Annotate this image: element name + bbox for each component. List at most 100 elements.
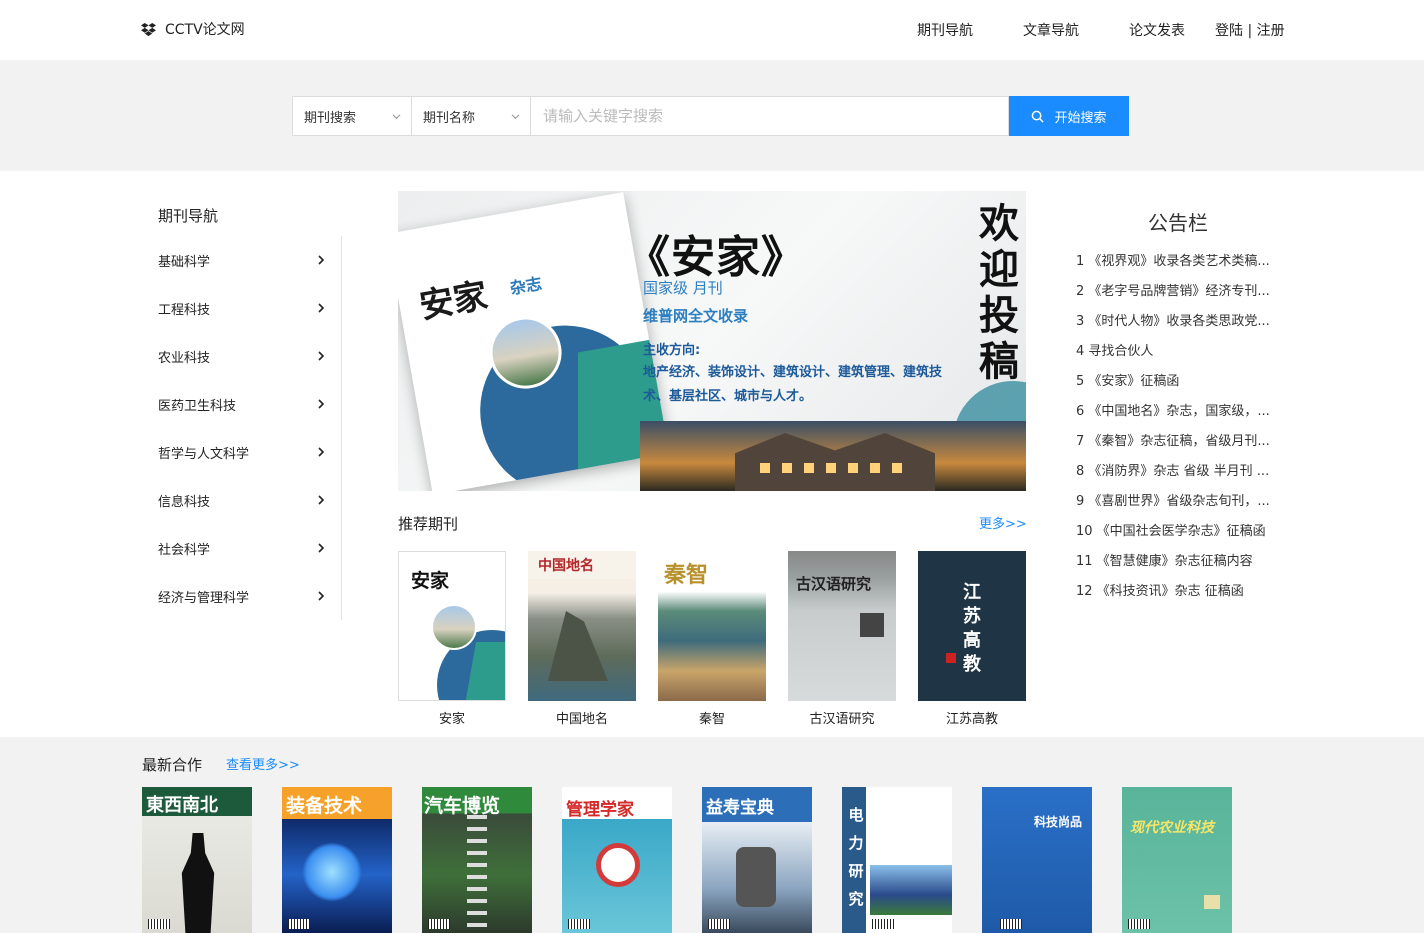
cover-title-text: 江苏高教 xyxy=(963,582,981,675)
cover-person xyxy=(181,833,215,933)
sidebar-item-label: 工程科技 xyxy=(158,302,211,318)
sidebar-item-label: 经济与管理科学 xyxy=(158,590,250,606)
notice-item[interactable]: 6 《中国地名》杂志，国家级，... xyxy=(1076,400,1282,419)
journal-cover: 古汉语研究 xyxy=(788,551,896,701)
dropbox-logo-icon xyxy=(141,22,156,36)
cooperation-cover[interactable]: 管理学家 xyxy=(562,787,672,933)
nav-login-register[interactable]: 登陆 | 注册 xyxy=(1215,20,1285,40)
banner-scope-label: 主收方向: xyxy=(643,343,701,358)
journal-name: 江苏高教 xyxy=(945,712,998,727)
search-button[interactable]: 开始搜索 xyxy=(1009,96,1129,136)
sidebar-item-philosophy[interactable]: 哲学与人文科学 xyxy=(158,440,326,464)
notice-board-title: 公告栏 xyxy=(1148,211,1208,235)
journal-cover: 中国地名 xyxy=(528,551,636,701)
nav-journal-navigation[interactable]: 期刊导航 xyxy=(917,20,973,40)
chevron-right-icon xyxy=(318,351,325,361)
house-shape xyxy=(735,433,935,491)
site-logo[interactable]: CCTV论文网 xyxy=(141,19,245,39)
cover-title-text: 装备技术 xyxy=(286,795,363,817)
chevron-down-icon xyxy=(392,113,401,119)
chevron-down-icon xyxy=(511,113,520,119)
cooperation-cover[interactable]: 装备技术 xyxy=(282,787,392,933)
cover-seal xyxy=(946,653,956,663)
clock-icon xyxy=(596,843,640,887)
promo-banner[interactable]: 安家 杂志 《安家》 国家级 月刊 维普网全文收录 主收方向: 地产经济、装饰设… xyxy=(398,191,1026,491)
nav-article-navigation[interactable]: 文章导航 xyxy=(1023,20,1079,40)
cover-title-text: 中国地名 xyxy=(538,558,594,574)
journal-cover: 安家 xyxy=(398,551,506,701)
cover-barcode xyxy=(1128,919,1150,929)
sidebar-item-agriculture[interactable]: 农业科技 xyxy=(158,344,326,368)
search-type-select[interactable]: 期刊搜索 xyxy=(292,96,412,136)
notice-item[interactable]: 8 《消防界》杂志 省级 半月刊 ... xyxy=(1076,460,1282,479)
sidebar-item-label: 农业科技 xyxy=(158,350,211,366)
search-box: 期刊搜索 期刊名称 开始搜索 xyxy=(292,96,1129,136)
chevron-right-icon xyxy=(318,303,325,313)
sidebar-item-economics[interactable]: 经济与管理科学 xyxy=(158,584,326,608)
cover-solar-panels xyxy=(870,865,952,915)
cover-title-text: 秦智 xyxy=(664,562,709,588)
sidebar-item-social-science[interactable]: 社会科学 xyxy=(158,536,326,560)
cooperation-cover[interactable]: 東西南北 xyxy=(142,787,252,933)
notice-item[interactable]: 9 《喜剧世界》省级杂志旬刊，... xyxy=(1076,490,1282,509)
banner-level: 国家级 月刊 xyxy=(643,279,723,297)
notice-item[interactable]: 5 《安家》征稿函 xyxy=(1076,370,1282,389)
sidebar-item-engineering[interactable]: 工程科技 xyxy=(158,296,326,320)
cover-barcode xyxy=(708,919,730,929)
sidebar-title: 期刊导航 xyxy=(158,207,219,225)
cooperation-cover[interactable]: 益寿宝典 xyxy=(702,787,812,933)
notice-item[interactable]: 4 寻找合伙人 xyxy=(1076,340,1282,359)
chevron-right-icon xyxy=(318,543,325,553)
sidebar-item-label: 社会科学 xyxy=(158,542,211,558)
notice-item[interactable]: 1 《视界观》收录各类艺术类稿... xyxy=(1076,250,1282,269)
sidebar-item-label: 基础科学 xyxy=(158,254,211,270)
cooperation-more-link[interactable]: 查看更多>> xyxy=(226,754,300,773)
cooperation-cover[interactable]: 汽车博览 xyxy=(422,787,532,933)
recommended-more-link[interactable]: 更多>> xyxy=(979,513,1027,532)
search-field-value: 期刊名称 xyxy=(423,110,476,126)
search-field-select[interactable]: 期刊名称 xyxy=(412,96,531,136)
notice-item[interactable]: 2 《老字号品牌营销》经济专刊... xyxy=(1076,280,1282,299)
notice-item[interactable]: 3 《时代人物》收录各类思政党... xyxy=(1076,310,1282,329)
search-icon xyxy=(1032,110,1045,123)
cover-road xyxy=(467,815,487,933)
cover-title-text: 東西南北 xyxy=(146,795,218,816)
cover-title-text: 益寿宝典 xyxy=(706,798,774,818)
chevron-right-icon xyxy=(318,399,325,409)
sidebar-item-label: 哲学与人文科学 xyxy=(158,446,250,462)
sidebar-item-information[interactable]: 信息科技 xyxy=(158,488,326,512)
banner-cover-title: 安家 xyxy=(416,275,491,327)
recommended-card[interactable]: 安家 安家 xyxy=(398,551,506,727)
notice-item[interactable]: 7 《秦智》杂志征稿，省级月刊... xyxy=(1076,430,1282,449)
recommended-card[interactable]: 江苏高教 江苏高教 xyxy=(918,551,1026,727)
cover-barcode xyxy=(568,919,590,929)
house-windows xyxy=(760,463,910,473)
recommended-card[interactable]: 中国地名 中国地名 xyxy=(528,551,636,727)
logo-text: CCTV论文网 xyxy=(165,22,245,38)
recommended-card[interactable]: 古汉语研究 古汉语研究 xyxy=(788,551,896,727)
sidebar-item-label: 医药卫生科技 xyxy=(158,398,237,414)
sidebar-item-basic-science[interactable]: 基础科学 xyxy=(158,248,326,272)
cooperation-cover[interactable]: 电力研究 xyxy=(842,787,952,933)
notice-item[interactable]: 11 《智慧健康》杂志征稿内容 xyxy=(1076,550,1282,569)
banner-scope-text: 地产经济、装饰设计、建筑设计、建筑管理、建筑技术、基层社区、城市与人才。 xyxy=(643,365,943,404)
notice-item[interactable]: 12 《科技资讯》杂志 征稿函 xyxy=(1076,580,1282,599)
notice-item[interactable]: 10 《中国社会医学杂志》征稿函 xyxy=(1076,520,1282,539)
search-input[interactable] xyxy=(531,96,1009,136)
nav-paper-publish[interactable]: 论文发表 xyxy=(1129,20,1185,40)
cover-barcode xyxy=(872,919,894,929)
cooperation-cover[interactable]: 科技尚品 xyxy=(982,787,1092,933)
sidebar-item-label: 信息科技 xyxy=(158,494,211,510)
cover-title-text: 现代农业科技 xyxy=(1130,820,1214,836)
banner-title: 《安家》 xyxy=(626,232,806,283)
cover-title-text: 古汉语研究 xyxy=(796,575,872,593)
cover-badge xyxy=(860,613,884,637)
recommended-card[interactable]: 秦智 秦智 xyxy=(658,551,766,727)
journal-name: 安家 xyxy=(438,712,465,727)
search-type-value: 期刊搜索 xyxy=(304,110,357,126)
cooperation-title: 最新合作 xyxy=(142,756,203,774)
cooperation-cover[interactable]: 现代农业科技 xyxy=(1122,787,1232,933)
sidebar-divider xyxy=(341,236,342,620)
sidebar-item-medicine[interactable]: 医药卫生科技 xyxy=(158,392,326,416)
cover-mountain xyxy=(548,611,608,681)
